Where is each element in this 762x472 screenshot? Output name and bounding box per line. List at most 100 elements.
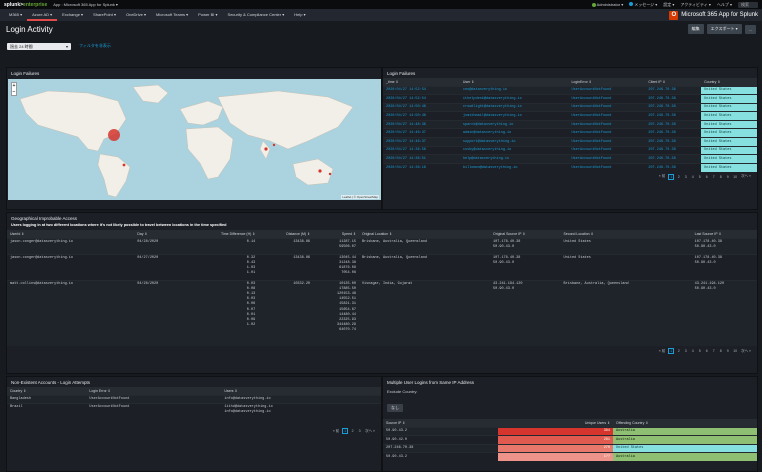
next-page[interactable]: 次へ »	[740, 349, 752, 354]
prev-page[interactable]: « 前	[658, 349, 666, 354]
table-row[interactable]: 2020/04/27 14:50:48 jsmithmail@datasveryt…	[383, 111, 757, 121]
page-7[interactable]: 7	[711, 175, 716, 179]
cell-user[interactable]: sparck@datasverything.io	[459, 119, 569, 129]
nav-m365[interactable]: M365 ▾	[4, 9, 27, 21]
col-time-diff[interactable]: Time Difference (H) ⇕	[184, 230, 259, 238]
col-second-location[interactable]: Second Location ⇕	[560, 230, 692, 238]
page-3[interactable]: 3	[357, 429, 362, 433]
col-user[interactable]: User ⇕	[459, 78, 569, 86]
cell-time[interactable]: 2020/04/27 14:46:37	[383, 128, 460, 138]
nav-powerbi[interactable]: Power BI ▾	[193, 9, 222, 21]
nav-sharepoint[interactable]: SharePoint ▾	[88, 9, 121, 21]
col-original-location[interactable]: Original Location ⇕	[358, 230, 491, 238]
page-2[interactable]: 2	[676, 349, 681, 353]
table-row[interactable]: 2020/04/27 14:36:51 help@datasverything.i…	[383, 154, 757, 164]
cell-login-error[interactable]: UserAccountNotFound	[568, 102, 646, 112]
cell-login-error[interactable]: UserAccountNotFound	[568, 119, 646, 129]
cell-time[interactable]: 2020/04/27 14:52:54	[383, 85, 460, 95]
page-8[interactable]: 8	[718, 349, 723, 353]
cell-user[interactable]: cosby@datasverything.io	[459, 145, 569, 155]
page-7[interactable]: 7	[711, 349, 716, 353]
cell-login-error[interactable]: UserAccountNotFound	[568, 85, 646, 95]
cell-login-error[interactable]: UserAccountNotFound	[568, 94, 646, 104]
col-day[interactable]: Day ⇕	[134, 230, 185, 238]
cell-client-ip[interactable]: 207.246.70.38	[645, 145, 702, 155]
col-login-error[interactable]: Login Error ⇕	[86, 387, 222, 395]
nav-exchange[interactable]: Exchange ▾	[57, 9, 88, 21]
prev-page[interactable]: « 前	[332, 429, 340, 434]
col-source-ip[interactable]: Source IP ⇕	[383, 419, 498, 427]
page-3[interactable]: 3	[683, 175, 688, 179]
col-users[interactable]: Users ⇕	[221, 387, 381, 395]
app-selector[interactable]: App : Microsoft 365 App for Splunk ▾	[53, 2, 118, 7]
col-unique-users[interactable]: Unique Users ⇕	[498, 419, 613, 427]
table-row[interactable]: Bangladesh UserAccountNotFound info@datasv…	[7, 394, 381, 404]
page-1[interactable]: 1	[668, 173, 675, 180]
table-row[interactable]: matt.collins@datasverything.io 04/28/2020…	[7, 279, 757, 346]
table-row[interactable]: 2020/04/27 14:36:56 cosby@datasverything.…	[383, 145, 757, 155]
col-country[interactable]: Country ⇕	[7, 387, 87, 395]
cell-client-ip[interactable]: 207.246.70.38	[645, 128, 702, 138]
help-menu[interactable]: ヘルプ ▾	[717, 2, 732, 8]
page-1[interactable]: 1	[342, 428, 349, 435]
cell-login-error[interactable]: UserAccountNotFound	[568, 111, 646, 121]
cell-user[interactable]: ceo@datasverything.io	[459, 85, 569, 95]
export-button[interactable]: エクスポート ▾	[706, 24, 742, 34]
table-row[interactable]: jason.conger@datasverything.io 04/27/2020…	[7, 253, 757, 280]
col-time[interactable]: _time ⇕	[383, 78, 460, 86]
settings-menu[interactable]: 設定 ▾	[663, 2, 674, 8]
cell-user[interactable]: support@datasverything.io	[459, 137, 569, 147]
cell-login-error[interactable]: UserAccountNotFound	[568, 162, 646, 172]
page-3[interactable]: 3	[683, 349, 688, 353]
world-map[interactable]: + − Leaflet | © OpenStreetMap	[8, 79, 381, 200]
table-row[interactable]: 2020/04/27 14:48:36 sparck@datasverything…	[383, 119, 757, 129]
table-row[interactable]: Brazil UserAccountNotFound 1ithd@datasvery…	[7, 402, 381, 417]
col-client-ip[interactable]: Client IP ⇕	[645, 78, 702, 86]
page-1[interactable]: 1	[668, 348, 675, 354]
cell-time[interactable]: 2020/04/27 14:36:51	[383, 154, 460, 164]
table-row[interactable]: jason.conger@datasverything.io 04/28/2020…	[7, 237, 757, 254]
table-row[interactable]: 207.246.70.38 270 United States	[383, 443, 757, 453]
nav-security[interactable]: Security & Compliance Center ▾	[223, 9, 290, 21]
next-page[interactable]: 次へ »	[740, 174, 752, 179]
messages-menu[interactable]: メッセージ ▾	[629, 2, 657, 8]
col-login-error[interactable]: LoginError ⇕	[568, 78, 646, 86]
cell-time[interactable]: 2020/04/27 14:50:48	[383, 111, 460, 121]
cell-login-error[interactable]: UserAccountNotFound	[568, 145, 646, 155]
cell-client-ip[interactable]: 207.246.70.38	[645, 162, 702, 172]
col-speed[interactable]: Speed ⇕	[313, 230, 359, 238]
page-4[interactable]: 4	[690, 175, 695, 179]
cell-client-ip[interactable]: 207.246.70.38	[645, 85, 702, 95]
cell-time[interactable]: 2020/04/27 14:50:48	[383, 102, 460, 112]
table-row[interactable]: 50.90.43.2 1?? Australia	[383, 452, 757, 462]
nav-teams[interactable]: Microsoft Teams ▾	[151, 9, 193, 21]
page-5[interactable]: 5	[697, 349, 702, 353]
cell-time[interactable]: 2020/04/27 14:46:37	[383, 137, 460, 147]
cell-login-error[interactable]: UserAccountNotFound	[568, 128, 646, 138]
cell-login-error[interactable]: UserAccountNotFound	[568, 154, 646, 164]
cell-time[interactable]: 2020/04/27 14:48:36	[383, 119, 460, 129]
table-row[interactable]: 2020/04/27 14:46:37 support@datasverythin…	[383, 137, 757, 147]
edit-button[interactable]: 編集	[687, 24, 704, 34]
table-row[interactable]: 2020/04/27 14:36:18 billomon@datasverythi…	[383, 162, 757, 172]
table-row[interactable]: 2020/04/27 14:46:37 admin@datasverything.…	[383, 128, 757, 138]
page-8[interactable]: 8	[718, 175, 723, 179]
cell-user[interactable]: admin@datasverything.io	[459, 128, 569, 138]
prev-page[interactable]: « 前	[658, 174, 666, 179]
find-input[interactable]: 検索	[738, 1, 758, 8]
activity-menu[interactable]: アクティビティ ▾	[680, 2, 710, 8]
page-2[interactable]: 2	[350, 429, 355, 433]
table-row[interactable]: 50.90.43.2 384 Australia	[383, 426, 757, 436]
cell-user[interactable]: billomon@datasverything.io	[459, 162, 569, 172]
cell-user[interactable]: crowdlight@datasverything.io	[459, 102, 569, 112]
page-9[interactable]: 9	[725, 175, 730, 179]
time-range-picker[interactable]: 過去 24 時間 ▾	[7, 42, 71, 50]
nav-onedrive[interactable]: OneDrive ▾	[121, 9, 151, 21]
zoom-out-button[interactable]: −	[12, 89, 16, 95]
next-page[interactable]: 次へ »	[364, 429, 376, 434]
hide-filters-link[interactable]: フィルタを非表示	[79, 43, 111, 49]
page-10[interactable]: 10	[732, 175, 738, 179]
admin-menu[interactable]: Administrator ▾	[591, 2, 623, 7]
exclude-country-select[interactable]: なし	[387, 404, 403, 412]
col-country[interactable]: Country ⇕	[701, 78, 757, 86]
